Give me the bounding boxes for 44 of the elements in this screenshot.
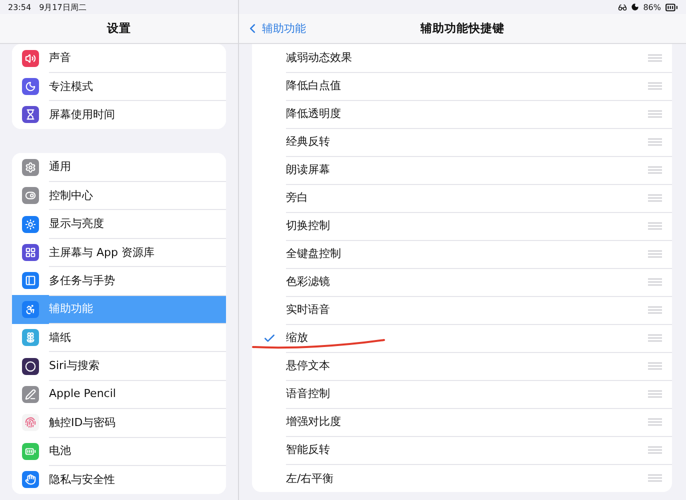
drag-handle-icon[interactable] — [648, 222, 662, 230]
drag-handle-icon[interactable] — [648, 418, 662, 426]
drag-handle-icon[interactable] — [648, 194, 662, 202]
shortcut-option[interactable]: 降低透明度 — [286, 106, 341, 121]
glasses-icon — [618, 2, 628, 12]
shortcut-option[interactable]: 降低白点值 — [286, 78, 341, 93]
shortcut-option[interactable]: 切换控制 — [286, 218, 330, 233]
status-time: 23:54 — [8, 2, 32, 12]
drag-handle-icon[interactable] — [648, 138, 662, 146]
shortcut-option[interactable]: 旁白 — [286, 190, 308, 205]
shortcut-option[interactable]: 语音控制 — [286, 386, 330, 401]
shortcut-option[interactable]: 悬停文本 — [286, 358, 330, 373]
drag-handle-icon[interactable] — [648, 362, 662, 370]
drag-handle-icon[interactable] — [648, 474, 662, 482]
shortcut-option[interactable]: 朗读屏幕 — [286, 162, 330, 177]
drag-handle-icon[interactable] — [648, 110, 662, 118]
battery-icon — [665, 0, 678, 14]
shortcut-option[interactable]: 增强对比度 — [286, 414, 341, 429]
shortcut-option[interactable]: 全键盘控制 — [286, 246, 341, 261]
drag-handle-icon[interactable] — [648, 334, 662, 342]
settings-item-label: 隐私与安全性 — [49, 472, 116, 488]
shortcut-option[interactable]: 经典反转 — [286, 134, 330, 149]
moon-icon — [631, 3, 640, 11]
drag-handle-icon[interactable] — [648, 278, 662, 286]
drag-handle-icon[interactable] — [648, 446, 662, 454]
settings-item-label: 屏幕使用时间 — [49, 107, 116, 124]
drag-handle-icon[interactable] — [648, 306, 662, 314]
shortcut-option[interactable]: 缩放 — [286, 330, 308, 345]
drag-handle-icon[interactable] — [648, 166, 662, 174]
drag-handle-icon[interactable] — [648, 54, 662, 62]
shortcut-option[interactable]: 左/右平衡 — [286, 470, 334, 486]
drag-handle-icon[interactable] — [648, 250, 662, 258]
shortcut-option[interactable]: 智能反转 — [286, 442, 330, 457]
back-link[interactable]: 辅助功能 — [245, 21, 306, 36]
sidebar-title: 设置 — [107, 21, 131, 36]
shortcut-option[interactable]: 色彩滤镜 — [286, 274, 330, 289]
drag-handle-icon[interactable] — [648, 390, 662, 398]
drag-handle-icon[interactable] — [648, 82, 662, 90]
shortcut-option[interactable]: 减弱动态效果 — [286, 50, 352, 65]
page-title: 辅助功能快捷键 — [420, 21, 504, 36]
battery-percent: 86% — [643, 2, 661, 12]
back-label: 辅助功能 — [262, 21, 306, 36]
shortcut-option[interactable]: 实时语音 — [286, 302, 330, 317]
status-date: 9月17日周二 — [39, 2, 86, 12]
